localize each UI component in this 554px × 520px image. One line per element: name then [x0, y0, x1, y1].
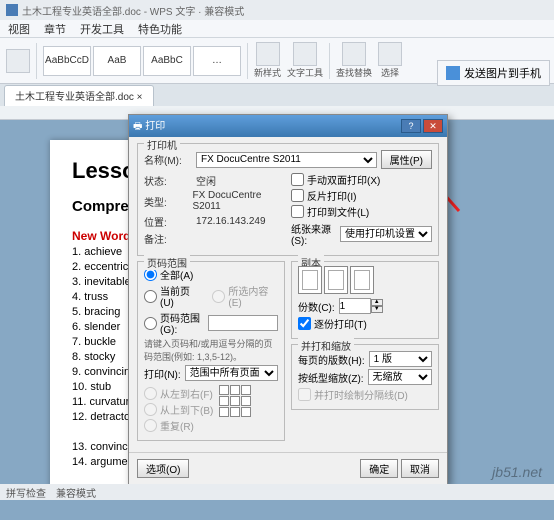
paper-source[interactable]: 使用打印机设置	[340, 226, 432, 242]
page-range-group: 页码范围 全部(A) 当前页(U) 所选内容(E) 页码范围(G): 请键入页码…	[137, 261, 285, 441]
dialog-titlebar[interactable]: 🖶 打印 ? ✕	[129, 115, 447, 137]
collate-check[interactable]	[298, 317, 311, 330]
layout-grid	[219, 385, 251, 434]
range-pages[interactable]	[144, 317, 157, 330]
options-button[interactable]: 选项(O)	[137, 459, 189, 478]
new-style[interactable]: 新样式	[254, 42, 281, 79]
style-normal[interactable]: AaBbCcD	[43, 46, 91, 76]
range-current[interactable]	[144, 290, 157, 303]
status-spell[interactable]: 拼写检查	[6, 485, 46, 500]
properties-button[interactable]: 属性(P)	[381, 150, 432, 169]
spin-down[interactable]: ▼	[371, 306, 383, 313]
zoom-group: 并打和缩放 每页的版数(H):1 版 按纸型缩放(Z):无缩放 并打时绘制分隔线…	[291, 344, 439, 410]
image-icon	[446, 66, 460, 80]
menu-dev[interactable]: 开发工具	[80, 21, 124, 37]
tab-document[interactable]: 土木工程专业英语全部.doc ×	[4, 85, 154, 106]
select-tool[interactable]: 选择	[378, 42, 402, 79]
range-selection	[212, 290, 225, 303]
watermark: jb51.net	[492, 464, 542, 480]
pages-per-sheet[interactable]: 1 版	[369, 351, 432, 367]
help-button[interactable]: ?	[401, 119, 421, 133]
copies-input[interactable]	[339, 298, 371, 314]
spin-up[interactable]: ▲	[371, 299, 383, 306]
pages-input[interactable]	[208, 315, 278, 331]
menu-view[interactable]: 视图	[8, 21, 30, 37]
menu-chapter[interactable]: 章节	[44, 21, 66, 37]
copies-group: 副本 份数(C): ▲▼ 逐份打印(T)	[291, 261, 439, 339]
close-button[interactable]: ✕	[423, 119, 443, 133]
cancel-button[interactable]: 取消	[401, 459, 439, 478]
titlebar-suffix: - WPS 文字 · 兼容模式	[144, 3, 245, 18]
style-h1[interactable]: AaB	[93, 46, 141, 76]
collate-preview	[298, 266, 432, 294]
duplex-check[interactable]	[291, 173, 304, 186]
print-what[interactable]: 范围中所有页面	[185, 365, 278, 381]
paste-icon[interactable]	[6, 49, 30, 73]
printer-group: 打印机 名称(M): FX DocuCentre S2011 属性(P) 状态:…	[137, 143, 439, 256]
doc-icon	[6, 4, 18, 16]
scale-select[interactable]: 无缩放	[368, 369, 432, 385]
print-dialog: 🖶 打印 ? ✕ 打印机 名称(M): FX DocuCentre S2011 …	[128, 114, 448, 485]
menu-featured[interactable]: 特色功能	[138, 21, 182, 37]
style-gallery[interactable]: AaBbCcD AaB AaBbC …	[43, 46, 241, 76]
document-tabs: 土木工程专业英语全部.doc ×	[0, 84, 554, 106]
reverse-check[interactable]	[291, 189, 304, 202]
printer-icon: 🖶	[133, 121, 145, 132]
text-tools[interactable]: 文字工具	[287, 42, 323, 79]
ok-button[interactable]: 确定	[360, 459, 398, 478]
style-h2[interactable]: AaBbC	[143, 46, 191, 76]
style-more[interactable]: …	[193, 46, 241, 76]
find-replace[interactable]: 查找替换	[336, 42, 372, 79]
printer-select[interactable]: FX DocuCentre S2011	[196, 152, 377, 168]
send-to-phone-button[interactable]: 发送图片到手机	[437, 60, 550, 86]
statusbar: 拼写检查 兼容模式	[0, 484, 554, 500]
titlebar-filename: 土木工程专业英语全部.doc	[22, 3, 141, 18]
to-file-check[interactable]	[291, 205, 304, 218]
app-titlebar: 土木工程专业英语全部.doc - WPS 文字 · 兼容模式	[0, 0, 554, 20]
menubar: 视图 章节 开发工具 特色功能	[0, 20, 554, 38]
status-mode: 兼容模式	[56, 485, 96, 500]
